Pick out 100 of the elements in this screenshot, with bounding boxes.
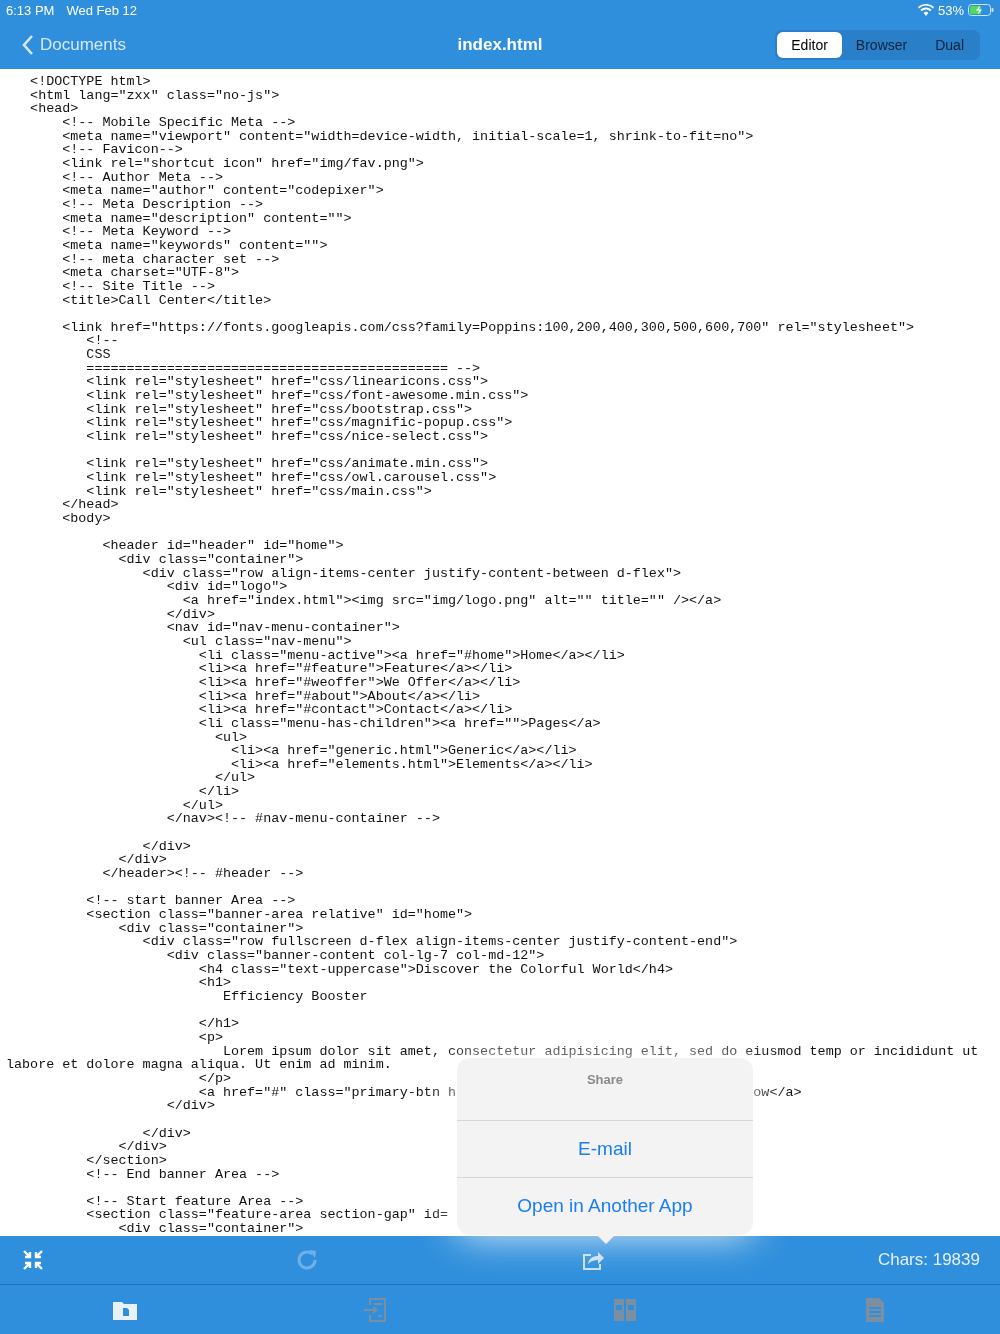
code-line: </head>	[61, 497, 119, 513]
code-line: <link rel="stylesheet" href="css/magnific-popup.css">	[85, 415, 513, 431]
code-line: <!-- Start feature Area -->	[85, 1193, 304, 1209]
code-line: Efficiency Booster	[221, 988, 368, 1004]
code-line: </p>	[198, 1070, 231, 1086]
popover-title: Share	[586, 1072, 624, 1088]
code-line: <!DOCTYPE html>	[29, 74, 151, 89]
code-line: </section>	[85, 1152, 167, 1168]
collapse-button[interactable]	[22, 1249, 44, 1271]
code-line: </div>	[165, 606, 215, 622]
code-line: <a href="index.html"><img src="img/logo.png" alt="" title="" /></a>	[181, 592, 722, 608]
code-line: <!-- End banner Area -->	[85, 1166, 280, 1182]
wifi-icon	[917, 4, 934, 16]
battery-icon	[968, 4, 994, 16]
back-button[interactable]: Documents	[22, 34, 126, 55]
code-line: <header id="header" id="home">	[101, 538, 344, 554]
code-line: <nav id="nav-menu-container">	[165, 620, 400, 636]
code-line: <ul>	[213, 729, 248, 745]
code-line: <link rel="stylesheet" href="css/main.css">	[85, 483, 432, 499]
code-line: <link href="https://fonts.googleapis.com/css?family=Poppins:100,200,400,300,500,600,700" rel="stylesheet">	[61, 319, 915, 335]
code-line: </div>	[141, 1125, 191, 1141]
code-line: </ul>	[213, 770, 256, 786]
code-line: <div class="banner-content col-lg-7 col-md-12">	[165, 948, 545, 963]
code-line: <li><a href="#contact">Contact</a></li>	[197, 702, 513, 718]
document-arrow-icon	[364, 1297, 386, 1322]
code-line: <meta name="description" content="">	[61, 210, 352, 226]
code-line: <link rel="stylesheet" href="css/font-awesome.min.css">	[85, 388, 529, 404]
code-line: </div>	[141, 838, 191, 854]
character-count: Chars: 19839	[877, 1250, 980, 1270]
code-line: </nav><!-- #nav-menu-container -->	[165, 811, 440, 827]
code-line: <body>	[61, 511, 111, 526]
code-line: </div>	[117, 852, 167, 868]
code-line: ============================================= -->	[85, 360, 481, 376]
code-line: <a href="#" class="primary-btn h	[197, 1084, 456, 1100]
share-button[interactable]	[582, 1250, 604, 1270]
code-line: <link rel="stylesheet" href="css/animate.min.css">	[85, 456, 489, 472]
code-line: <li><a href="generic.html">Generic</a></li>	[230, 743, 577, 759]
code-line: <!-- Site Title -->	[61, 278, 215, 294]
code-line: <li><a href="#about">About</a></li>	[197, 688, 481, 704]
code-line: <li><a href="#feature">Feature</a></li>	[197, 661, 513, 677]
code-line: <link rel="stylesheet" href="css/bootstrap.css">	[85, 401, 473, 417]
code-line: <p>	[197, 1029, 223, 1045]
status-date: Wed Feb 12	[66, 2, 137, 18]
code-line: ow</a>	[753, 1084, 802, 1100]
code-line: </h1>	[197, 1016, 240, 1032]
code-line: <link rel="stylesheet" href="css/linearicons.css">	[85, 374, 489, 390]
code-line: <div class="container">	[117, 920, 304, 936]
share-action[interactable]: Open in Another App	[457, 1177, 753, 1234]
code-line: CSS	[85, 347, 111, 363]
code-line: <!-- Meta Keyword -->	[61, 224, 231, 240]
code-line: <section class="banner-area relative" id="home">	[85, 907, 473, 923]
code-line: <h1>	[197, 975, 231, 991]
columns-icon	[614, 1298, 636, 1321]
code-line: <div class="container">	[117, 1221, 304, 1236]
view-segment[interactable]: Dual	[921, 31, 978, 58]
code-line: <title>Call Center</title>	[61, 292, 272, 308]
code-line: labore et dolore magna aliqua. Ut enim ad minim.	[6, 1057, 392, 1073]
document-icon	[866, 1297, 884, 1322]
code-line: </header><!-- #header -->	[101, 866, 304, 882]
code-line: <div class="row fullscreen d-flex align-items-center justify-content-end">	[141, 934, 738, 950]
code-line: <head>	[29, 101, 79, 117]
code-line: <li class="menu-active"><a href="#home">Home</a></li>	[197, 647, 625, 663]
code-line: </div>	[117, 1139, 167, 1155]
code-line: <meta name="keywords" content="">	[61, 237, 328, 253]
code-line: <div id="logo">	[165, 579, 288, 595]
code-line: <link rel="stylesheet" href="css/nice-select.css">	[85, 429, 489, 445]
code-line: Lorem ipsum dolor sit amet, consectetur adipisicing elit, sed do eiusmod temp or incididunt ut	[222, 1043, 979, 1059]
code-line: <meta charset="UTF-8">	[61, 265, 240, 281]
code-line: <div class="container">	[117, 551, 304, 567]
code-line: <!-- Favicon-->	[61, 142, 183, 158]
share-icon	[582, 1250, 604, 1270]
code-line: <meta name="author" content="codepixer">	[61, 183, 384, 199]
code-line: <!-- start banner Area -->	[85, 893, 296, 909]
chevron-left-icon	[22, 34, 34, 55]
code-line: <!-- meta character set -->	[61, 251, 280, 267]
view-segment[interactable]: Editor	[777, 31, 842, 58]
battery-percentage: 53%	[937, 2, 964, 18]
collapse-icon	[22, 1249, 44, 1271]
code-line: <!--	[85, 333, 119, 349]
file-title: index.html	[457, 34, 543, 55]
code-line: <link rel="shortcut icon" href="img/fav.png">	[61, 155, 424, 171]
code-line: <section class="feature-area section-gap" id=	[85, 1207, 448, 1223]
code-line: <li><a href="#weoffer">We Offer</a></li>	[197, 674, 521, 690]
view-segment[interactable]: Browser	[841, 31, 922, 58]
code-line: </ul>	[181, 797, 223, 813]
code-line: <div class="row align-items-center justify-content-between d-flex">	[141, 565, 681, 581]
code-line: <html lang="zxx" class="no-js">	[29, 87, 280, 103]
code-line: <h4 class="text-uppercase">Discover the Colorful World</h4>	[197, 961, 673, 977]
code-line: </div>	[165, 1098, 215, 1114]
code-line: <!-- Author Meta -->	[61, 169, 223, 185]
code-line: <meta name="viewport" content="width=device-width, initial-scale=1, shrink-to-fit=no">	[61, 128, 754, 144]
code-line: <li><a href="elements.html">Elements</a></li>	[230, 756, 593, 772]
code-line: <li class="menu-has-children"><a href="">Pages</a>	[197, 715, 601, 731]
status-time: 6:13 PM	[6, 2, 55, 18]
code-line: <!-- Meta Description -->	[61, 196, 264, 212]
code-line: <link rel="stylesheet" href="css/owl.carousel.css">	[85, 470, 497, 486]
share-action[interactable]: E-mail	[457, 1120, 753, 1177]
code-line: </li>	[197, 784, 240, 800]
code-line: <ul class="nav-menu">	[181, 633, 352, 649]
folder-icon	[113, 1299, 137, 1320]
